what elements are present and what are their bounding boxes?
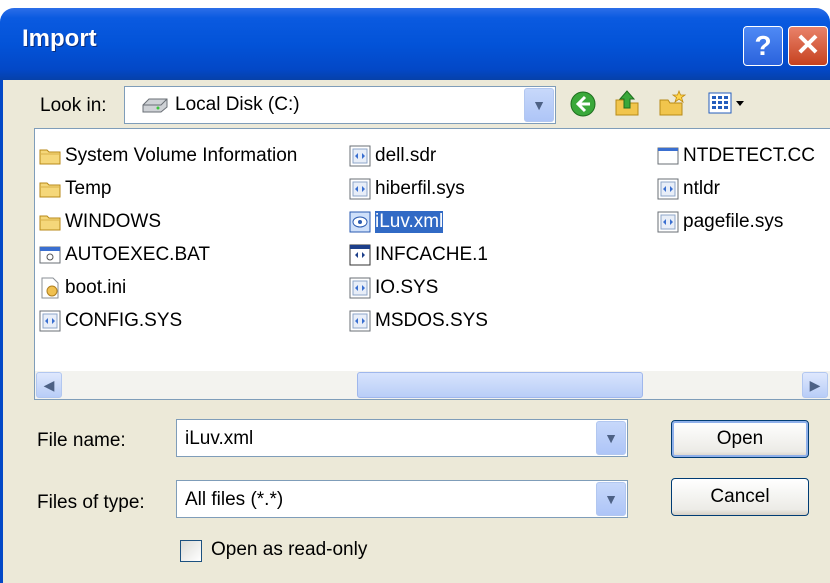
- file-name-dropdown-button[interactable]: ▼: [596, 421, 626, 455]
- look-in-select[interactable]: Local Disk (C:) ▼: [124, 86, 556, 124]
- system-file-icon: [657, 211, 679, 233]
- file-name: boot.ini: [65, 277, 127, 298]
- file-list[interactable]: System Volume Information Temp WINDOWS A…: [34, 128, 830, 400]
- file-type-dropdown-button[interactable]: ▼: [596, 482, 626, 516]
- file-name: WINDOWS: [65, 211, 162, 232]
- help-button[interactable]: ?: [743, 26, 783, 66]
- list-item[interactable]: MSDOS.SYS: [349, 306, 488, 336]
- look-in-dropdown-button[interactable]: ▼: [524, 88, 554, 122]
- list-item[interactable]: boot.ini: [39, 273, 126, 303]
- chevron-down-icon: ▼: [532, 97, 546, 113]
- file-name: AUTOEXEC.BAT: [65, 244, 210, 265]
- dialog-title: Import: [22, 25, 97, 52]
- file-type-select[interactable]: All files (*.*) ▼: [176, 480, 628, 518]
- chevron-right-icon: ▶: [809, 377, 821, 393]
- list-item[interactable]: INFCACHE.1: [349, 240, 488, 270]
- chevron-left-icon: ◀: [43, 377, 55, 393]
- system-file-icon: [349, 145, 371, 167]
- list-item[interactable]: AUTOEXEC.BAT: [39, 240, 210, 270]
- list-item[interactable]: pagefile.sys: [657, 207, 783, 237]
- system-file-icon: [39, 310, 61, 332]
- file-name: iLuv.xml: [375, 211, 444, 233]
- title-bar[interactable]: Import ? ✕: [0, 8, 830, 80]
- list-item[interactable]: ntldr: [657, 174, 720, 204]
- chevron-down-icon: ▼: [604, 430, 618, 446]
- list-item-selected[interactable]: iLuv.xml: [349, 207, 444, 237]
- look-in-label: Look in:: [40, 95, 107, 116]
- file-name: Temp: [65, 178, 112, 199]
- file-name: INFCACHE.1: [375, 244, 488, 265]
- read-only-label[interactable]: Open as read-only: [211, 539, 367, 561]
- system-file-icon: [349, 178, 371, 200]
- file-name: IO.SYS: [375, 277, 439, 298]
- list-item[interactable]: CONFIG.SYS: [39, 306, 182, 336]
- open-button[interactable]: Open: [671, 420, 809, 458]
- xml-file-icon: [349, 211, 371, 233]
- dialog-body: Look in: Local Disk (C:) ▼ System Volume…: [0, 80, 830, 583]
- back-icon[interactable]: [569, 90, 597, 118]
- file-name-combobox[interactable]: iLuv.xml ▼: [176, 419, 628, 457]
- system-file-icon: [349, 310, 371, 332]
- file-name: ntldr: [683, 178, 720, 199]
- list-item[interactable]: hiberfil.sys: [349, 174, 465, 204]
- file-name-value: iLuv.xml: [185, 428, 254, 449]
- folder-icon: [39, 215, 61, 231]
- system-file-icon: [349, 277, 371, 299]
- list-item[interactable]: System Volume Information: [39, 141, 297, 171]
- settings-file-icon: [41, 277, 59, 299]
- chevron-down-icon: ▼: [604, 491, 618, 507]
- close-button[interactable]: ✕: [788, 26, 828, 66]
- cancel-button[interactable]: Cancel: [671, 478, 809, 516]
- list-item[interactable]: Temp: [39, 174, 111, 204]
- folder-icon: [39, 149, 61, 165]
- file-name-label: File name:: [37, 430, 126, 451]
- application-file-icon: [349, 244, 371, 266]
- scroll-right-button[interactable]: ▶: [802, 372, 828, 398]
- batch-file-icon: [39, 246, 61, 264]
- file-name: pagefile.sys: [683, 211, 784, 232]
- look-in-value: Local Disk (C:): [175, 94, 300, 115]
- files-of-type-label: Files of type:: [37, 492, 145, 513]
- import-dialog: Import ? ✕ Look in: Local Disk (C:) ▼ Sy…: [0, 0, 830, 583]
- question-mark-icon: ?: [754, 30, 772, 61]
- read-only-checkbox[interactable]: [180, 540, 202, 562]
- file-name: MSDOS.SYS: [375, 310, 488, 331]
- list-item[interactable]: IO.SYS: [349, 273, 438, 303]
- file-name: NTDETECT.CC: [683, 145, 815, 166]
- folder-icon: [39, 182, 61, 198]
- blank-window-file-icon: [657, 147, 679, 165]
- list-item[interactable]: NTDETECT.CC: [657, 141, 815, 171]
- scroll-left-button[interactable]: ◀: [36, 372, 62, 398]
- new-folder-icon[interactable]: [656, 88, 688, 118]
- view-menu-icon[interactable]: [707, 90, 751, 116]
- file-type-value: All files (*.*): [185, 489, 284, 510]
- file-name: hiberfil.sys: [375, 178, 465, 199]
- horizontal-scrollbar[interactable]: ◀ ▶: [35, 371, 830, 399]
- file-name: System Volume Information: [65, 145, 298, 166]
- list-item[interactable]: dell.sdr: [349, 141, 436, 171]
- file-name: dell.sdr: [375, 145, 437, 166]
- scroll-thumb[interactable]: [357, 372, 643, 398]
- hard-drive-icon: [142, 98, 168, 113]
- file-name: CONFIG.SYS: [65, 310, 183, 331]
- up-folder-icon[interactable]: [612, 88, 642, 118]
- system-file-icon: [657, 178, 679, 200]
- list-item[interactable]: WINDOWS: [39, 207, 161, 237]
- close-icon: ✕: [795, 29, 821, 62]
